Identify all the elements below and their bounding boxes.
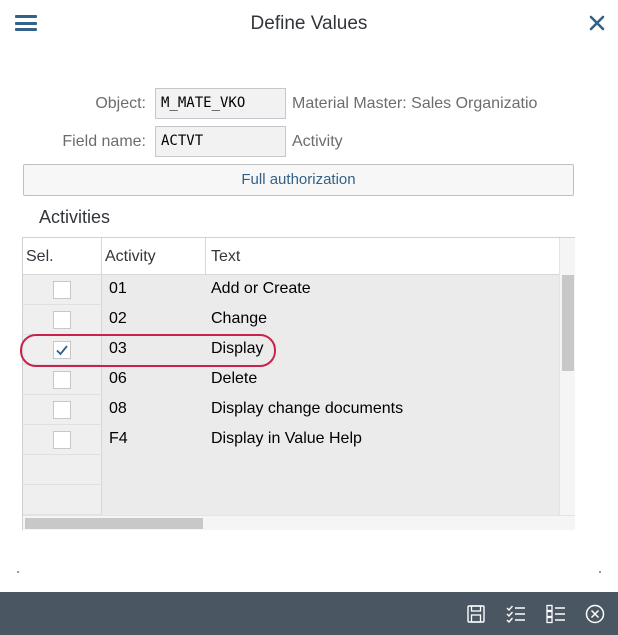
text-cell: Add or Create xyxy=(211,280,311,297)
corner-dot xyxy=(599,571,601,573)
table-row[interactable]: 03 Display xyxy=(23,335,559,365)
empty-row xyxy=(23,455,102,485)
text-cell: Change xyxy=(211,310,268,327)
table-row[interactable]: F4 Display in Value Help xyxy=(23,425,559,455)
close-icon[interactable] xyxy=(586,12,608,34)
activity-cell: 06 xyxy=(109,370,127,387)
deselect-all-icon[interactable] xyxy=(545,603,567,625)
empty-row xyxy=(23,485,102,515)
text-cell: Display in Value Help xyxy=(211,430,362,447)
field-name-label: Field name: xyxy=(62,133,146,150)
selection-cell xyxy=(23,395,102,425)
selection-cell xyxy=(23,335,102,365)
dialog-header: Define Values xyxy=(0,0,618,48)
row-checkbox[interactable] xyxy=(53,311,71,329)
dialog-title: Define Values xyxy=(250,13,368,34)
save-icon[interactable] xyxy=(465,603,487,625)
table-body: 01 Add or Create 02 Change 03 Display 06 Delete… xyxy=(23,275,559,515)
field-name-description: Activity xyxy=(292,133,343,150)
activity-cell: 02 xyxy=(109,310,127,327)
activities-section-title: Activities xyxy=(39,207,111,227)
activity-cell: F4 xyxy=(109,430,128,447)
checkmark-icon xyxy=(56,345,68,356)
table-row[interactable]: 01 Add or Create xyxy=(23,275,559,305)
full-authorization-button[interactable]: Full authorization xyxy=(23,164,574,196)
vertical-scrollbar[interactable] xyxy=(559,238,575,515)
column-header-text[interactable]: Text xyxy=(206,238,559,275)
dialog-footer xyxy=(0,592,618,635)
selection-cell xyxy=(23,365,102,395)
row-checkbox[interactable] xyxy=(53,371,71,389)
cancel-circle-icon[interactable] xyxy=(584,603,606,625)
object-description: Material Master: Sales Organizatio xyxy=(292,95,538,112)
text-cell: Display xyxy=(211,340,264,357)
horizontal-scrollbar[interactable] xyxy=(23,515,575,530)
table-row[interactable]: 08 Display change documents xyxy=(23,395,559,425)
table-header: Sel. Activity Text xyxy=(23,238,559,275)
object-input[interactable]: M_MATE_VKO xyxy=(155,88,286,119)
activity-cell: 08 xyxy=(109,400,127,417)
text-cell: Display change documents xyxy=(211,400,404,417)
object-label: Object: xyxy=(95,95,146,112)
row-checkbox[interactable] xyxy=(53,401,71,419)
table-row[interactable]: 02 Change xyxy=(23,305,559,335)
table-row[interactable]: 06 Delete xyxy=(23,365,559,395)
column-header-activity[interactable]: Activity xyxy=(102,238,206,275)
text-cell: Delete xyxy=(211,370,258,387)
row-checkbox[interactable] xyxy=(53,431,71,449)
corner-dot xyxy=(17,571,19,573)
row-checkbox[interactable] xyxy=(53,341,71,359)
selection-cell xyxy=(23,275,102,305)
field-name-input[interactable]: ACTVT xyxy=(155,126,286,157)
activity-cell: 03 xyxy=(109,340,127,357)
selection-cell xyxy=(23,425,102,455)
activity-cell: 01 xyxy=(109,280,127,297)
horizontal-scrollbar-thumb[interactable] xyxy=(25,518,203,529)
selection-cell xyxy=(23,305,102,335)
select-all-icon[interactable] xyxy=(505,603,527,625)
column-header-sel[interactable]: Sel. xyxy=(23,238,102,275)
row-checkbox[interactable] xyxy=(53,281,71,299)
vertical-scrollbar-thumb[interactable] xyxy=(562,275,574,371)
activities-table: Sel. Activity Text 01 Add or Create 02 Chan… xyxy=(22,237,575,530)
